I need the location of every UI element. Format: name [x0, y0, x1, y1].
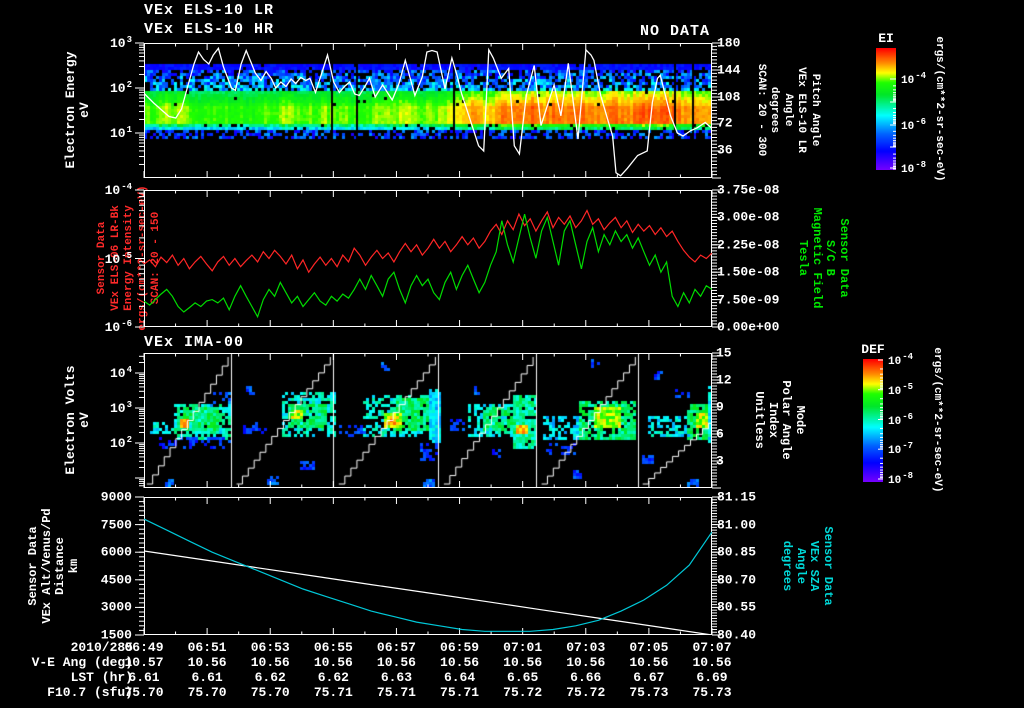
tick-label: 10-4 — [888, 352, 914, 368]
tick-label: 10-5 — [888, 381, 914, 398]
tick-label: 06:51 — [187, 640, 227, 655]
tick-label: 15 — [716, 345, 732, 361]
tick-label: 80.85 — [717, 544, 757, 560]
tick-label: 81.00 — [717, 517, 757, 533]
tick-label: 10.56 — [440, 655, 480, 670]
tick-label: 102 — [109, 434, 132, 452]
tick-label: 6.67 — [633, 670, 665, 685]
tick-label: 10.56 — [376, 655, 416, 670]
tick-label: 6.62 — [317, 670, 349, 685]
tick-label: 06:53 — [250, 640, 290, 655]
tick-label: 6 — [716, 426, 724, 442]
tick-label: 10.56 — [250, 655, 290, 670]
tick-label: 104 — [109, 364, 132, 382]
tick-label: 10-7 — [888, 441, 914, 458]
tick-label: 10-6 — [104, 318, 132, 336]
tick-label: 6000 — [100, 544, 132, 560]
intensity-b-field-plot — [144, 209, 712, 319]
tick-label: 6.64 — [443, 670, 476, 685]
tick-label: 75.72 — [566, 685, 606, 700]
tick-label: 10-6 — [901, 117, 927, 133]
tick-label: 103 — [109, 34, 132, 52]
tick-label: 81.15 — [717, 489, 757, 505]
tick-label: 6.66 — [570, 670, 602, 685]
tick-label: 6.69 — [696, 670, 728, 685]
tick-label: 75.70 — [124, 685, 164, 700]
tick-label: F10.7 (sfu) — [47, 685, 133, 700]
tick-label: 3 — [716, 453, 724, 469]
altitude-sza-plot — [144, 518, 712, 635]
tick-label: 102 — [109, 79, 132, 97]
tick-label: 9 — [716, 399, 724, 415]
els-intensity-trace — [144, 209, 712, 274]
tick-label: 75.71 — [440, 685, 480, 700]
sza-trace — [144, 518, 712, 632]
tick-label: 10-4 — [104, 181, 132, 199]
tick-label: 75.72 — [503, 685, 543, 700]
tick-label: 10.56 — [692, 655, 732, 670]
tick-label: 6.61 — [191, 670, 223, 685]
tick-label: 103 — [109, 399, 132, 417]
tick-label: 10-8 — [901, 160, 927, 176]
pitch-angle-overlay — [144, 46, 712, 177]
tick-label: 36 — [717, 142, 733, 158]
tick-label: 108 — [717, 89, 741, 105]
tick-label: 0.00e+00 — [717, 319, 780, 335]
tick-label: 3000 — [100, 599, 132, 615]
tick-label: 10.56 — [187, 655, 227, 670]
tick-label: 10-5 — [104, 250, 132, 267]
tick-label: 10-4 — [901, 71, 927, 87]
tick-label: 6.65 — [507, 670, 539, 685]
tick-label: 75.73 — [692, 685, 732, 700]
tick-label: 06:55 — [313, 640, 353, 655]
tick-label: V-E Ang (deg) — [31, 655, 133, 670]
tick-label: LST (hr) — [70, 670, 133, 685]
tick-label: 6.63 — [380, 670, 413, 685]
tick-label: 7.50e-09 — [717, 292, 780, 308]
tick-label: 101 — [109, 124, 132, 142]
tick-label: 10.56 — [313, 655, 353, 670]
tick-label: 7500 — [100, 517, 132, 533]
tick-label: 80.55 — [717, 599, 757, 615]
tick-label: 3.75e-08 — [717, 182, 780, 198]
tick-label: 10.56 — [566, 655, 606, 670]
altitude-trace — [144, 550, 712, 635]
tick-label: 10-6 — [888, 411, 914, 428]
tick-label: 80.70 — [717, 572, 757, 588]
plot-stage: VEx ELS-10 LR VEx ELS-10 HR NO DATA VEx … — [0, 0, 1024, 708]
tick-label: 9000 — [100, 489, 132, 505]
tick-label: 75.71 — [313, 685, 353, 700]
tick-label: 4500 — [100, 572, 132, 588]
tick-label: 2.25e-08 — [717, 237, 780, 253]
panel-frame — [144, 353, 712, 488]
tick-label: 07:01 — [503, 640, 543, 655]
tick-label: 12 — [716, 372, 732, 388]
tick-label: 06:59 — [440, 640, 480, 655]
tick-label: 75.73 — [629, 685, 669, 700]
tick-label: 75.71 — [376, 685, 416, 700]
tick-label: 72 — [717, 115, 733, 131]
tick-label: 75.70 — [250, 685, 290, 700]
tick-label: 6.62 — [254, 670, 286, 685]
tick-label: 07:07 — [692, 640, 732, 655]
tick-label: 1.50e-08 — [717, 264, 780, 280]
tick-label: 10-8 — [888, 471, 914, 487]
tick-label: 07:03 — [566, 640, 606, 655]
tick-label: 6.61 — [128, 670, 160, 685]
pitch-angle-trace — [144, 46, 712, 177]
tick-label: 06:57 — [376, 640, 416, 655]
tick-label: 10.56 — [629, 655, 669, 670]
tick-label: 3.00e-08 — [717, 209, 780, 225]
tick-label: 10.56 — [503, 655, 543, 670]
tick-label: 06:49 — [124, 640, 164, 655]
tick-label: 75.70 — [187, 685, 227, 700]
tick-label: 144 — [717, 62, 741, 78]
tick-label: 180 — [717, 35, 741, 51]
tick-label: 10.57 — [124, 655, 164, 670]
tick-label: 07:05 — [629, 640, 669, 655]
